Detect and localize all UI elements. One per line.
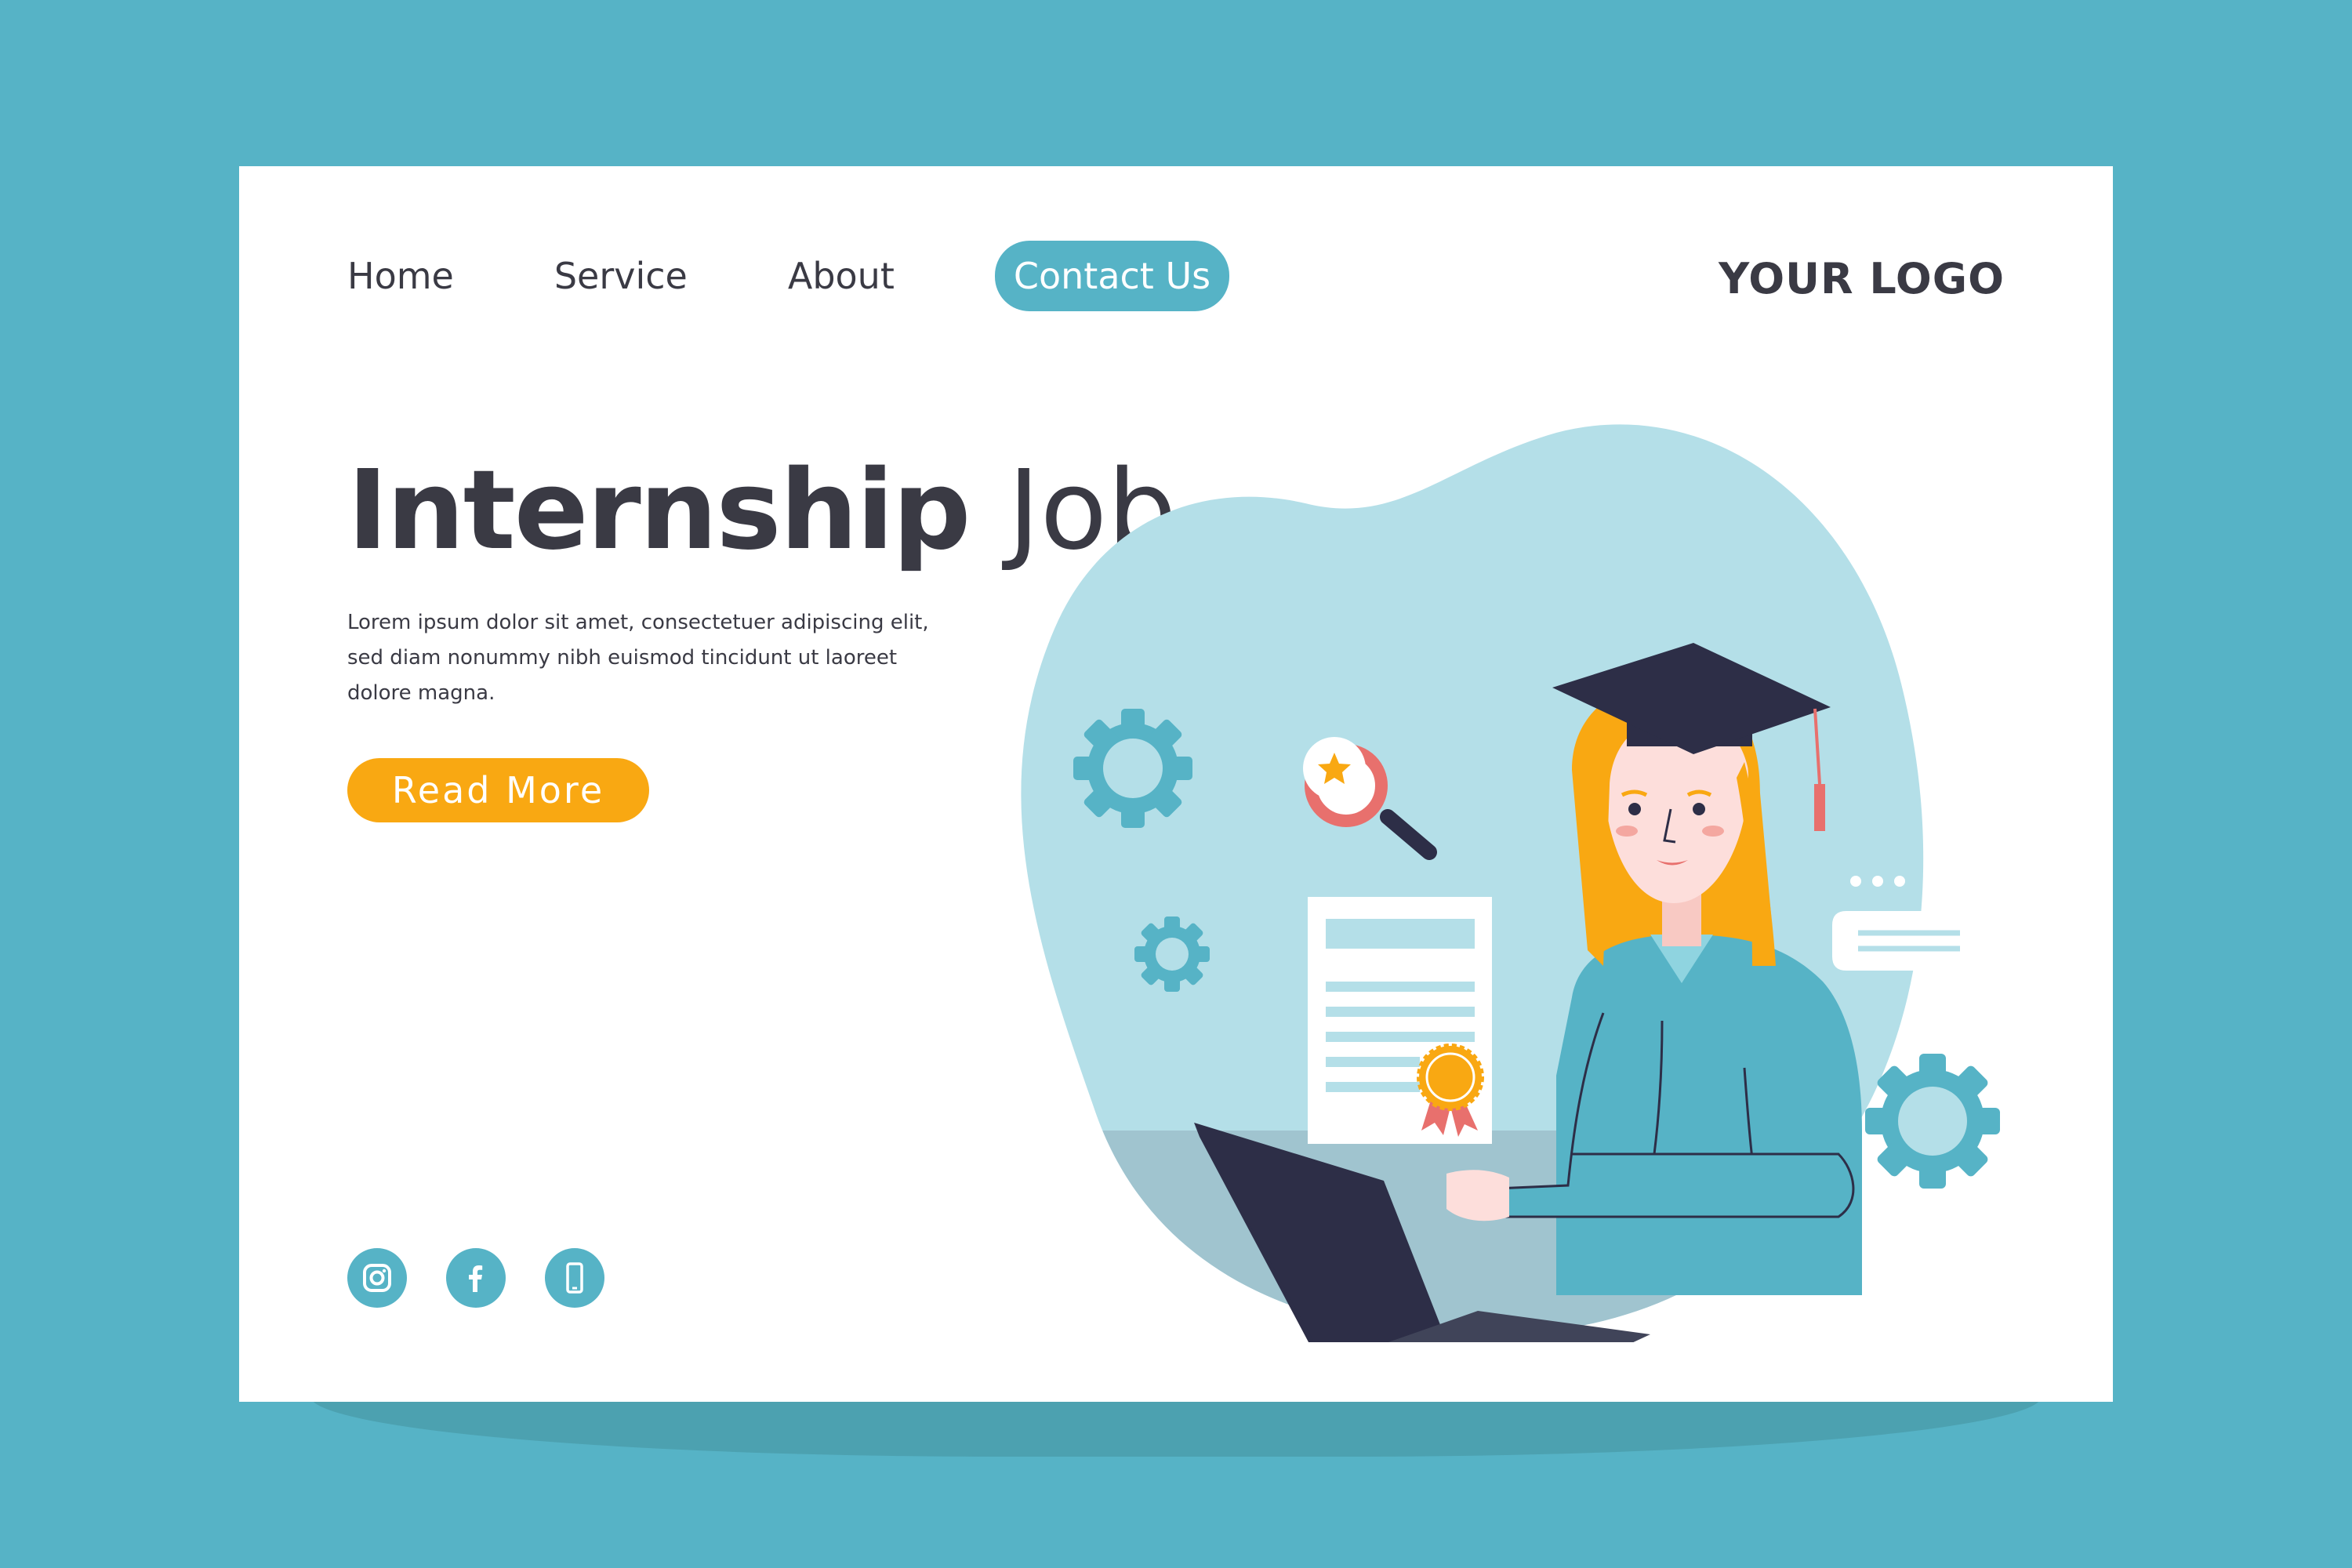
instagram-link[interactable] <box>347 1248 407 1308</box>
hero-description: Lorem ipsum dolor sit amet, consectetuer… <box>347 611 929 705</box>
facebook-link[interactable] <box>446 1248 506 1308</box>
facebook-icon <box>469 1265 483 1292</box>
logo[interactable]: YOUR LOGO <box>1719 243 2005 314</box>
main-nav: Home Service About Contact Us <box>347 241 1230 311</box>
page-background: Home Service About Contact Us YOUR LOGO … <box>0 0 2352 1568</box>
nav-about[interactable]: About <box>788 255 895 297</box>
star-badge-icon <box>1303 737 1366 800</box>
contact-us-button[interactable]: Contact Us <box>994 241 1230 311</box>
title-strong: Internship <box>347 447 971 575</box>
social-links <box>347 1248 644 1308</box>
gear-right-icon <box>1865 1054 2000 1189</box>
phone-icon <box>566 1262 583 1294</box>
certificate-icon <box>1308 897 1492 1144</box>
instagram-icon <box>363 1264 391 1292</box>
gear-icon <box>1073 709 1192 828</box>
nav-service[interactable]: Service <box>554 255 688 297</box>
graduate-illustration <box>1021 424 2000 1342</box>
card-shadow <box>310 1396 2042 1457</box>
gear-small-icon <box>1134 916 1210 992</box>
nav-home[interactable]: Home <box>347 255 454 297</box>
landing-card: Home Service About Contact Us YOUR LOGO … <box>239 166 2113 1402</box>
read-more-button[interactable]: Read More <box>347 758 649 822</box>
phone-link[interactable] <box>545 1248 604 1308</box>
